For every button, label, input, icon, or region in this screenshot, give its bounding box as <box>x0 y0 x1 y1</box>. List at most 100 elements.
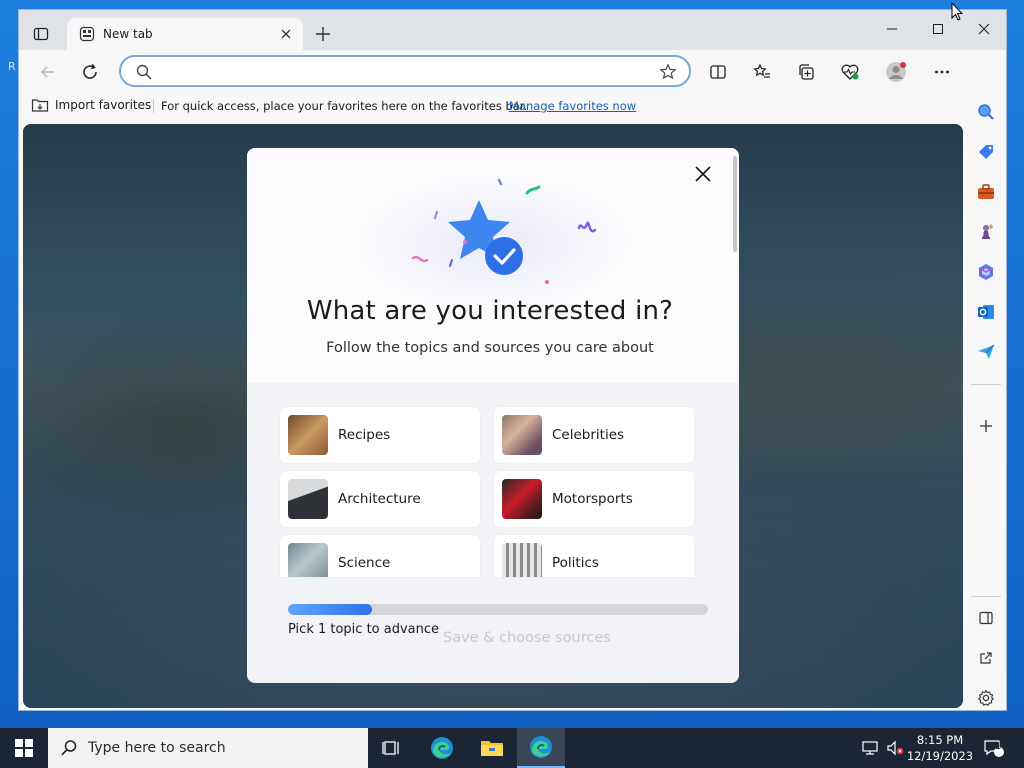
topic-label: Politics <box>552 555 599 571</box>
close-icon <box>978 23 990 35</box>
star-check-celebration-icon <box>411 178 597 284</box>
taskbar-search-box[interactable] <box>48 728 368 768</box>
dialog-title: What are you interested in? <box>306 296 674 326</box>
toolbox-icon <box>978 184 994 199</box>
taskbar: 8:15 PM 12/19/2023 1 <box>0 728 1024 768</box>
sidebar-divider <box>971 596 1001 597</box>
taskbar-edge-active-button[interactable] <box>517 728 565 768</box>
favorites-button[interactable] <box>749 59 775 85</box>
split-screen-button[interactable] <box>705 59 731 85</box>
volume-muted-icon <box>887 740 904 756</box>
dialog-scrollbar[interactable] <box>733 156 737 252</box>
sidebar-search-icon <box>978 104 994 120</box>
tab-close-icon[interactable] <box>279 27 293 41</box>
sidebar-games-button[interactable] <box>974 220 998 244</box>
tab-new-tab[interactable]: New tab <box>67 18 303 50</box>
volume-button[interactable] <box>884 728 906 768</box>
plus-icon <box>980 420 992 432</box>
mouse-cursor-icon <box>951 2 963 21</box>
taskbar-file-explorer-button[interactable] <box>468 728 516 768</box>
sidebar-tools-button[interactable] <box>974 180 998 204</box>
notifications-button[interactable]: 1 <box>980 728 1008 768</box>
favorite-star-icon[interactable] <box>659 63 677 81</box>
microsoft365-icon <box>978 264 994 280</box>
desktop-edge-letter: R <box>8 60 16 73</box>
manage-favorites-link[interactable]: Manage favorites now <box>509 99 636 113</box>
topic-card-architecture[interactable]: Architecture <box>280 471 480 527</box>
shopping-tag-icon <box>979 145 993 159</box>
import-favorites-button[interactable]: Import favorites <box>31 97 151 113</box>
topic-card-recipes[interactable]: Recipes <box>280 407 480 463</box>
topic-card-motorsports[interactable]: Motorsports <box>494 471 694 527</box>
topic-label: Science <box>338 555 391 571</box>
outlook-icon <box>978 305 994 319</box>
more-options-button[interactable] <box>929 59 955 85</box>
topic-label: Celebrities <box>552 427 625 443</box>
profile-button[interactable] <box>883 59 909 85</box>
refresh-button[interactable] <box>77 59 103 85</box>
edge-sidebar <box>965 50 1006 710</box>
folder-import-icon <box>31 99 49 112</box>
edge-browser-icon <box>530 736 552 758</box>
notification-count: 1 <box>994 742 1002 752</box>
network-button[interactable] <box>860 728 882 768</box>
sidebar-microsoft365-button[interactable] <box>974 260 998 284</box>
sidebar-search-button[interactable] <box>974 100 998 124</box>
ellipsis-icon <box>935 70 949 74</box>
browser-window: New tab Import favorites For quick acces… <box>18 9 1007 711</box>
split-screen-icon <box>710 65 726 79</box>
browser-essentials-button[interactable] <box>837 59 863 85</box>
topic-thumbnail <box>288 543 328 577</box>
close-dialog-icon[interactable] <box>691 162 715 186</box>
folder-icon <box>481 741 503 756</box>
topic-card-science[interactable]: Science <box>280 535 480 577</box>
external-link-icon <box>980 652 992 664</box>
new-tab-plus-icon[interactable] <box>313 24 333 44</box>
back-button[interactable] <box>35 59 61 85</box>
clock-time: 8:15 PM <box>916 733 964 747</box>
topic-label: Architecture <box>338 491 421 507</box>
sidebar-shopping-button[interactable] <box>974 140 998 164</box>
minimize-icon <box>887 28 897 30</box>
taskbar-search-input[interactable] <box>88 738 358 758</box>
back-arrow-icon <box>40 66 54 78</box>
hide-sidebar-button[interactable] <box>974 606 998 630</box>
topic-thumbnail <box>502 543 542 577</box>
tab-actions-icon <box>33 27 49 41</box>
progress-label: Pick 1 topic to advance <box>288 622 440 637</box>
sidebar-add-button[interactable] <box>974 414 998 438</box>
gear-icon <box>978 689 994 706</box>
minimize-button[interactable] <box>869 16 915 42</box>
sidebar-panel-icon <box>979 611 993 625</box>
sidebar-settings-button[interactable] <box>974 686 998 710</box>
topic-card-politics[interactable]: Politics <box>494 535 694 577</box>
sidebar-outlook-button[interactable] <box>974 300 998 324</box>
task-view-button[interactable] <box>368 728 416 768</box>
topic-card-celebrities[interactable]: Celebrities <box>494 407 694 463</box>
dialog-subtitle: Follow the topics and sources you care a… <box>326 340 654 356</box>
favorites-bar-message: For quick access, place your favorites h… <box>161 99 528 113</box>
collections-icon <box>799 64 814 80</box>
new-tab-page-icon <box>79 26 95 42</box>
paper-plane-icon <box>978 344 995 359</box>
sidebar-send-button[interactable] <box>974 340 998 364</box>
import-favorites-label: Import favorites <box>55 98 152 112</box>
address-input[interactable] <box>161 62 641 80</box>
start-button[interactable] <box>0 728 48 768</box>
progress-bar <box>288 604 708 615</box>
address-bar[interactable] <box>119 55 691 87</box>
collections-button[interactable] <box>793 59 819 85</box>
close-window-button[interactable] <box>961 16 1006 42</box>
progress-fill <box>288 604 372 615</box>
save-choose-sources-button[interactable]: Save & choose sources <box>443 630 611 646</box>
search-icon <box>61 740 77 756</box>
tab-actions-button[interactable] <box>29 22 53 46</box>
tab-title: New tab <box>103 27 153 41</box>
open-external-button[interactable] <box>974 646 998 670</box>
topic-thumbnail <box>502 415 542 455</box>
toolbar <box>19 50 1006 92</box>
topic-label: Recipes <box>338 427 391 443</box>
taskbar-edge-button[interactable] <box>418 728 466 768</box>
taskbar-clock[interactable]: 8:15 PM 12/19/2023 <box>904 732 976 764</box>
title-bar: New tab <box>19 10 1006 50</box>
